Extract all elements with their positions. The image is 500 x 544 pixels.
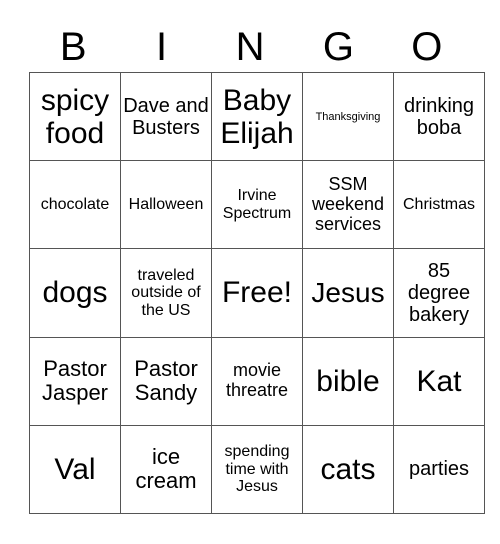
bingo-cell[interactable]: chocolate [29,160,121,250]
bingo-cell[interactable]: Val [29,424,121,515]
bingo-cell[interactable]: Dave and Busters [120,71,212,162]
bingo-cell[interactable]: cats [302,424,394,515]
bingo-cell[interactable]: spicy food [29,71,121,162]
bingo-cell[interactable]: drinking boba [393,71,485,162]
bingo-grid: spicy food Dave and Busters Baby Elijah … [29,71,485,515]
header-letter-n: N [235,25,265,69]
bingo-cell[interactable]: Christmas [393,160,485,250]
bingo-cell[interactable]: Pastor Sandy [120,336,212,426]
bingo-row: dogs traveled outside of the US Free! Je… [29,248,485,338]
bingo-cell[interactable]: Irvine Spectrum [211,160,303,250]
bingo-cell[interactable]: Kat [393,336,485,426]
bingo-row: chocolate Halloween Irvine Spectrum SSM … [29,160,485,250]
bingo-cell[interactable]: movie threatre [211,336,303,426]
header-letter-o: O [411,25,443,69]
bingo-cell[interactable]: 85 degree bakery [393,248,485,338]
bingo-cell[interactable]: Jesus [302,248,394,338]
bingo-cell[interactable]: Halloween [120,160,212,250]
bingo-cell[interactable]: Pastor Jasper [29,336,121,426]
bingo-cell[interactable]: parties [393,424,485,515]
bingo-cell[interactable]: Thanksgiving [302,71,394,162]
bingo-header: B I N G O [29,22,471,72]
header-letter-i: I [156,25,168,69]
bingo-row: Val ice cream spending time with Jesus c… [29,424,485,515]
header-letter-b: B [59,25,87,69]
bingo-cell[interactable]: Baby Elijah [211,71,303,162]
header-letter-g: G [322,25,354,69]
bingo-cell[interactable]: SSM weekend services [302,160,394,250]
bingo-row: spicy food Dave and Busters Baby Elijah … [29,71,485,162]
bingo-cell[interactable]: bible [302,336,394,426]
bingo-cell[interactable]: ice cream [120,424,212,515]
bingo-row: Pastor Jasper Pastor Sandy movie threatr… [29,336,485,426]
bingo-cell[interactable]: dogs [29,248,121,338]
bingo-cell[interactable]: traveled outside of the US [120,248,212,338]
bingo-cell[interactable]: spending time with Jesus [211,424,303,515]
free-space[interactable]: Free! [211,248,303,338]
